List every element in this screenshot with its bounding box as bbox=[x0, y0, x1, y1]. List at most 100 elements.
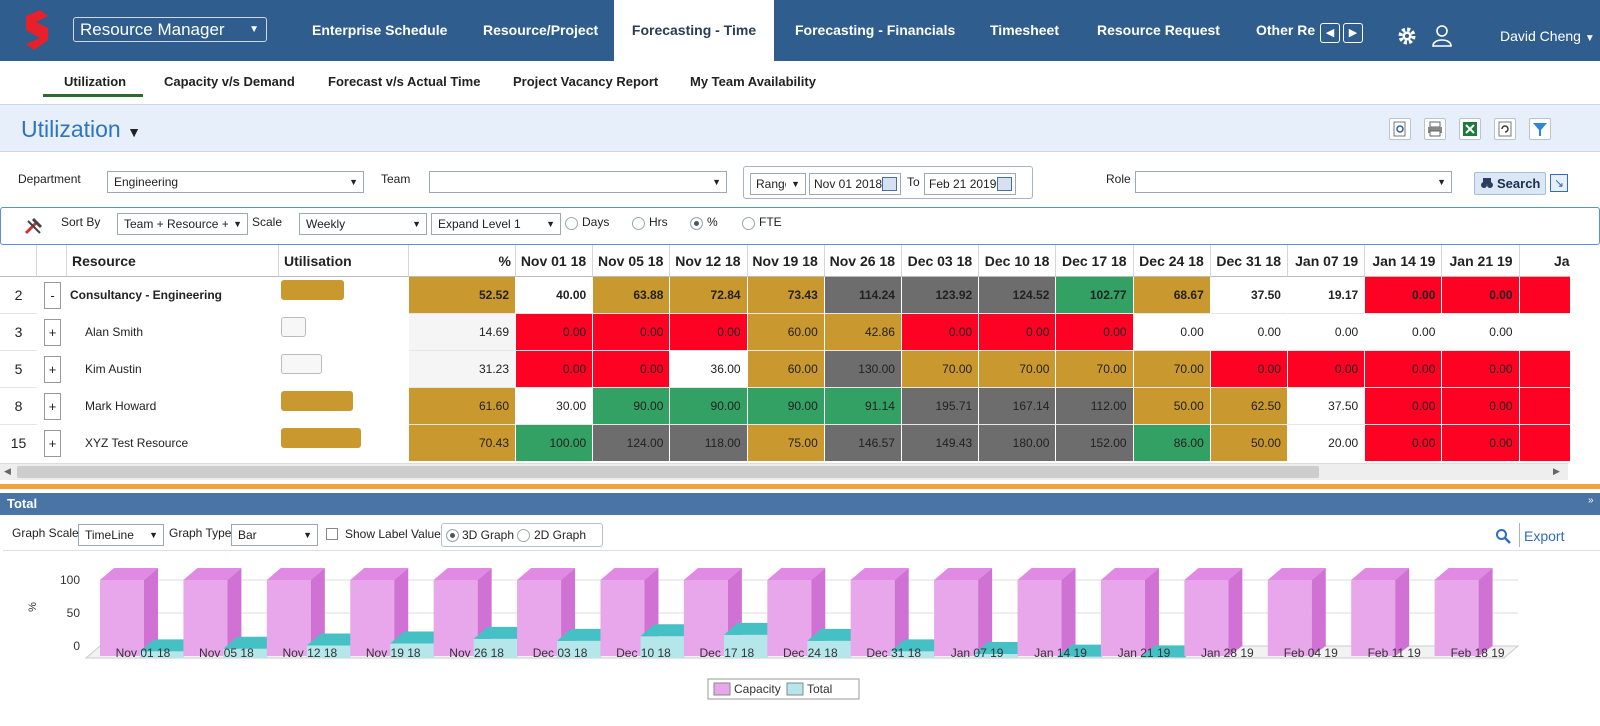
expand-row-button[interactable]: + bbox=[44, 356, 61, 383]
week-value-cell[interactable]: 124.00 bbox=[593, 425, 671, 461]
nav-resource-request[interactable]: Resource Request bbox=[1097, 0, 1220, 61]
calendar-icon[interactable] bbox=[882, 177, 897, 191]
week-value-cell[interactable]: 152.00 bbox=[1056, 425, 1134, 461]
grid-header-utilisation[interactable]: Utilisation bbox=[279, 245, 409, 277]
week-value-cell[interactable]: 60.00 bbox=[747, 351, 825, 388]
week-value-cell[interactable]: 0.00 bbox=[1365, 388, 1443, 425]
week-value-cell[interactable]: 63.88 bbox=[593, 277, 671, 314]
grid-header-week[interactable]: Nov 26 18 bbox=[824, 245, 902, 277]
print-icon[interactable] bbox=[1424, 118, 1446, 140]
caret-down-icon[interactable]: ▼ bbox=[127, 124, 141, 140]
week-value-cell[interactable]: 0.00 bbox=[1288, 314, 1366, 351]
subtab-my-team-availability[interactable]: My Team Availability bbox=[690, 61, 816, 103]
week-value-cell[interactable]: 0.00 bbox=[516, 314, 594, 351]
refresh-report-icon[interactable] bbox=[1494, 118, 1516, 140]
filter-icon[interactable] bbox=[1529, 118, 1551, 140]
week-value-cell[interactable]: 102.77 bbox=[1056, 277, 1134, 314]
splitter-bar[interactable] bbox=[0, 484, 1600, 489]
week-value-cell[interactable]: 0.00 bbox=[979, 314, 1057, 351]
expand-level-select[interactable]: Expand Level 1 ▼ bbox=[431, 213, 561, 235]
week-value-cell[interactable]: 70.00 bbox=[979, 351, 1057, 388]
team-select[interactable]: ▼ bbox=[429, 171, 727, 193]
week-value-cell[interactable]: 19.17 bbox=[1288, 277, 1366, 314]
week-value-cell[interactable]: 112.00 bbox=[1056, 388, 1134, 425]
week-value-cell[interactable]: 91.14 bbox=[824, 388, 902, 425]
week-value-cell[interactable] bbox=[1519, 388, 1570, 425]
week-value-cell[interactable]: 0.00 bbox=[516, 351, 594, 388]
week-value-cell[interactable] bbox=[1519, 277, 1570, 314]
resource-name[interactable]: Kim Austin bbox=[85, 351, 285, 388]
week-value-cell[interactable]: 0.00 bbox=[670, 314, 748, 351]
range-mode-select[interactable]: Range ▼ bbox=[750, 173, 806, 195]
page-title[interactable]: Utilization ▼ bbox=[21, 116, 141, 143]
week-value-cell[interactable]: 60.00 bbox=[747, 314, 825, 351]
resource-name[interactable]: XYZ Test Resource bbox=[85, 425, 285, 461]
grid-header-week[interactable]: Jan 2 bbox=[1519, 245, 1570, 277]
nav-scroll-right-icon[interactable]: ▶ bbox=[1343, 23, 1363, 43]
grid-header-week[interactable]: Jan 07 19 bbox=[1288, 245, 1366, 277]
collapse-filters-icon[interactable]: ↘ bbox=[1550, 174, 1568, 192]
module-selector[interactable]: Resource Manager ▼ bbox=[73, 17, 267, 42]
week-value-cell[interactable]: 37.50 bbox=[1288, 388, 1366, 425]
week-value-cell[interactable]: 0.00 bbox=[1365, 314, 1443, 351]
nav-forecasting-financials[interactable]: Forecasting - Financials bbox=[795, 0, 955, 61]
week-value-cell[interactable]: 90.00 bbox=[747, 388, 825, 425]
sort-by-select[interactable]: Team + Resource + P ▼ bbox=[117, 213, 248, 235]
week-value-cell[interactable]: 72.84 bbox=[670, 277, 748, 314]
collapse-panel-icon[interactable]: » bbox=[1588, 495, 1594, 506]
week-value-cell[interactable]: 86.00 bbox=[1133, 425, 1211, 461]
week-value-cell[interactable]: 62.50 bbox=[1210, 388, 1288, 425]
search-button[interactable]: Search bbox=[1474, 172, 1546, 195]
collapse-row-button[interactable]: - bbox=[44, 282, 61, 309]
week-value-cell[interactable]: 30.00 bbox=[516, 388, 594, 425]
week-value-cell[interactable]: 0.00 bbox=[1442, 388, 1520, 425]
scrollbar-thumb[interactable] bbox=[17, 466, 1319, 478]
tools-icon[interactable] bbox=[24, 217, 44, 235]
subtab-project-vacancy[interactable]: Project Vacancy Report bbox=[513, 61, 658, 103]
unit-hrs-radio[interactable] bbox=[632, 217, 645, 230]
week-value-cell[interactable]: 0.00 bbox=[1133, 314, 1211, 351]
user-icon[interactable] bbox=[1432, 25, 1452, 47]
week-value-cell[interactable]: 90.00 bbox=[670, 388, 748, 425]
week-value-cell[interactable]: 40.00 bbox=[516, 277, 594, 314]
nav-timesheet[interactable]: Timesheet bbox=[990, 0, 1059, 61]
week-value-cell[interactable]: 36.00 bbox=[670, 351, 748, 388]
week-value-cell[interactable]: 146.57 bbox=[824, 425, 902, 461]
graph-scale-select[interactable]: TimeLine ▼ bbox=[78, 524, 164, 546]
week-value-cell[interactable]: 90.00 bbox=[593, 388, 671, 425]
week-value-cell[interactable]: 75.00 bbox=[747, 425, 825, 461]
week-value-cell[interactable]: 0.00 bbox=[1365, 277, 1443, 314]
from-date-input[interactable]: Nov 01 2018 bbox=[809, 173, 901, 195]
grid-header-week[interactable]: Jan 14 19 bbox=[1365, 245, 1443, 277]
excel-export-icon[interactable] bbox=[1459, 118, 1481, 140]
week-value-cell[interactable]: 37.50 bbox=[1210, 277, 1288, 314]
week-value-cell[interactable]: 100.00 bbox=[516, 425, 594, 461]
week-value-cell[interactable]: 0.00 bbox=[593, 314, 671, 351]
week-value-cell[interactable]: 0.00 bbox=[1365, 425, 1443, 461]
week-value-cell[interactable]: 149.43 bbox=[902, 425, 980, 461]
app-logo-icon[interactable] bbox=[22, 10, 52, 50]
grid-header-week[interactable]: Jan 21 19 bbox=[1442, 245, 1520, 277]
week-value-cell[interactable]: 123.92 bbox=[902, 277, 980, 314]
grid-header-week[interactable]: Nov 05 18 bbox=[593, 245, 671, 277]
week-value-cell[interactable]: 0.00 bbox=[1365, 351, 1443, 388]
expand-row-button[interactable]: + bbox=[44, 430, 61, 457]
department-select[interactable]: Engineering ▼ bbox=[107, 171, 364, 193]
grid-header-week[interactable]: Nov 12 18 bbox=[670, 245, 748, 277]
unit-percent-radio-selected[interactable] bbox=[690, 217, 703, 230]
week-value-cell[interactable]: 124.52 bbox=[979, 277, 1057, 314]
role-select[interactable]: ▼ bbox=[1135, 171, 1452, 193]
subtab-capacity-vs-demand[interactable]: Capacity v/s Demand bbox=[164, 61, 295, 103]
resource-name[interactable]: Alan Smith bbox=[85, 314, 285, 351]
week-value-cell[interactable]: 0.00 bbox=[1210, 314, 1288, 351]
week-value-cell[interactable]: 114.24 bbox=[824, 277, 902, 314]
week-value-cell[interactable]: 50.00 bbox=[1210, 425, 1288, 461]
preview-icon[interactable] bbox=[1389, 118, 1411, 140]
calendar-icon[interactable] bbox=[997, 177, 1012, 191]
graph-type-select[interactable]: Bar ▼ bbox=[231, 524, 318, 546]
week-value-cell[interactable]: 20.00 bbox=[1288, 425, 1366, 461]
grid-header-percent[interactable]: % bbox=[409, 245, 516, 277]
grid-header-week[interactable]: Dec 31 18 bbox=[1210, 245, 1288, 277]
resource-name[interactable]: Mark Howard bbox=[85, 388, 285, 425]
week-value-cell[interactable]: 180.00 bbox=[979, 425, 1057, 461]
